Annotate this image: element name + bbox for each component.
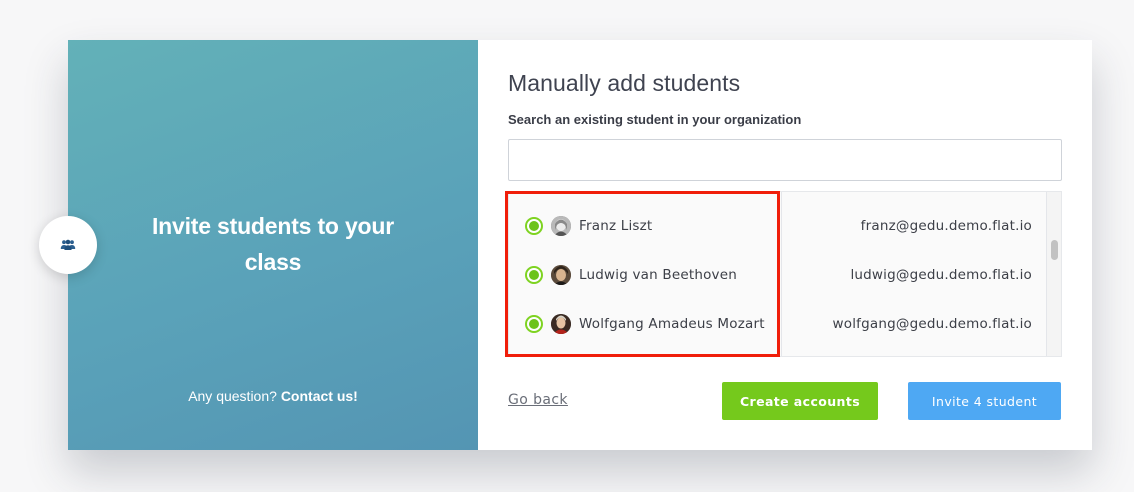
- avatar: [551, 264, 571, 285]
- panel-title: Manually add students: [508, 70, 741, 96]
- contact-us-link[interactable]: Contact us!: [281, 388, 358, 404]
- student-results-list: Franz Liszt franz@gedu.demo.flat.io Ludw…: [508, 191, 1062, 357]
- student-email: franz@gedu.demo.flat.io: [860, 217, 1032, 234]
- student-name: Ludwig van Beethoven: [579, 266, 738, 283]
- invite-students-button[interactable]: Invite 4 student: [908, 382, 1061, 420]
- selected-radio[interactable]: [525, 216, 543, 235]
- student-email: wolfgang@gedu.demo.flat.io: [832, 315, 1032, 332]
- list-scrollbar[interactable]: [1046, 192, 1061, 356]
- invite-title: Invite students to your class: [151, 213, 395, 275]
- contact-footer: Any question? Contact us!: [68, 388, 478, 404]
- manual-add-panel: Manually add students Search an existing…: [478, 40, 1092, 450]
- avatar: [551, 313, 571, 334]
- selected-radio[interactable]: [525, 265, 543, 284]
- list-item[interactable]: Franz Liszt franz@gedu.demo.flat.io: [509, 201, 1047, 250]
- list-item[interactable]: Ludwig van Beethoven ludwig@gedu.demo.fl…: [509, 250, 1047, 299]
- list-item[interactable]: Wolfgang Amadeus Mozart wolfgang@gedu.de…: [509, 299, 1047, 348]
- student-name: Wolfgang Amadeus Mozart: [579, 315, 765, 332]
- search-label: Search an existing student in your organ…: [508, 112, 802, 127]
- selected-radio[interactable]: [525, 314, 543, 333]
- people-icon: [60, 239, 76, 250]
- create-accounts-button[interactable]: Create accounts: [722, 382, 878, 420]
- scrollbar-thumb[interactable]: [1051, 240, 1058, 260]
- avatar: [551, 215, 571, 236]
- people-bubble: [39, 216, 97, 274]
- go-back-link[interactable]: Go back: [508, 392, 568, 408]
- student-search-input[interactable]: [508, 139, 1062, 181]
- invite-students-modal: Invite students to your class Any questi…: [68, 40, 1092, 450]
- contact-question: Any question?: [188, 388, 277, 404]
- invite-info-panel: Invite students to your class Any questi…: [68, 40, 478, 450]
- student-name: Franz Liszt: [579, 217, 653, 234]
- student-email: ludwig@gedu.demo.flat.io: [850, 266, 1032, 283]
